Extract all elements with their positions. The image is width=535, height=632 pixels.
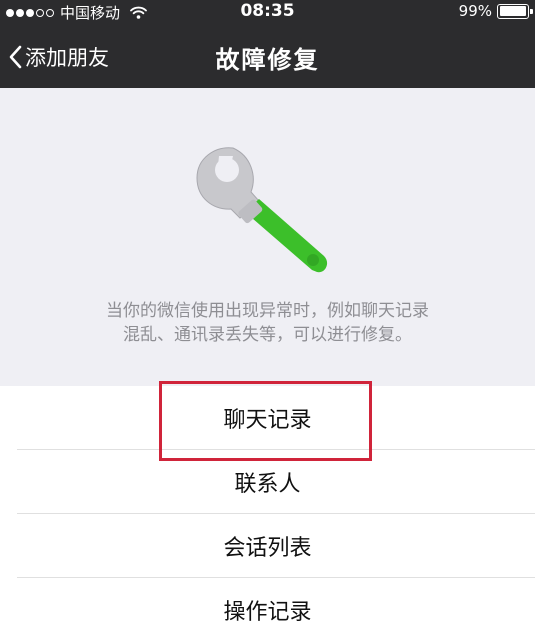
chat-history-option[interactable]: 聊天记录 xyxy=(0,386,535,450)
wrench-icon xyxy=(196,147,328,273)
list-item-label: 联系人 xyxy=(234,472,301,497)
contacts-option[interactable]: 联系人 xyxy=(0,450,535,514)
page-title: 故障修复 xyxy=(215,46,320,74)
description-line-2: 混乱、通讯录丢失等，可以进行修复。 xyxy=(123,325,412,345)
list-item-label: 操作记录 xyxy=(223,600,312,625)
conversation-list-option[interactable]: 会话列表 xyxy=(0,514,535,578)
repair-description: 当你的微信使用出现异常时，例如聊天记录 混乱、通讯录丢失等，可以进行修复。 xyxy=(0,299,535,347)
battery-percent: 99% xyxy=(458,2,492,20)
navigation-bar: 添加朋友 故障修复 xyxy=(0,24,535,88)
list-item-label: 会话列表 xyxy=(223,536,312,561)
list-item-label: 聊天记录 xyxy=(223,408,312,433)
status-bar: 中国移动 08:35 99% xyxy=(0,0,535,24)
description-line-1: 当你的微信使用出现异常时，例如聊天记录 xyxy=(106,301,429,321)
operation-log-option[interactable]: 操作记录 xyxy=(0,578,535,632)
status-time: 08:35 xyxy=(240,1,295,21)
repair-options-list: 聊天记录 联系人 会话列表 操作记录 xyxy=(0,386,535,632)
repair-hero: 当你的微信使用出现异常时，例如聊天记录 混乱、通讯录丢失等，可以进行修复。 xyxy=(0,88,535,386)
status-right: 99% xyxy=(458,2,533,20)
battery-icon xyxy=(497,3,533,19)
top-bar: 中国移动 08:35 99% 添加朋友 故障修复 xyxy=(0,0,535,88)
